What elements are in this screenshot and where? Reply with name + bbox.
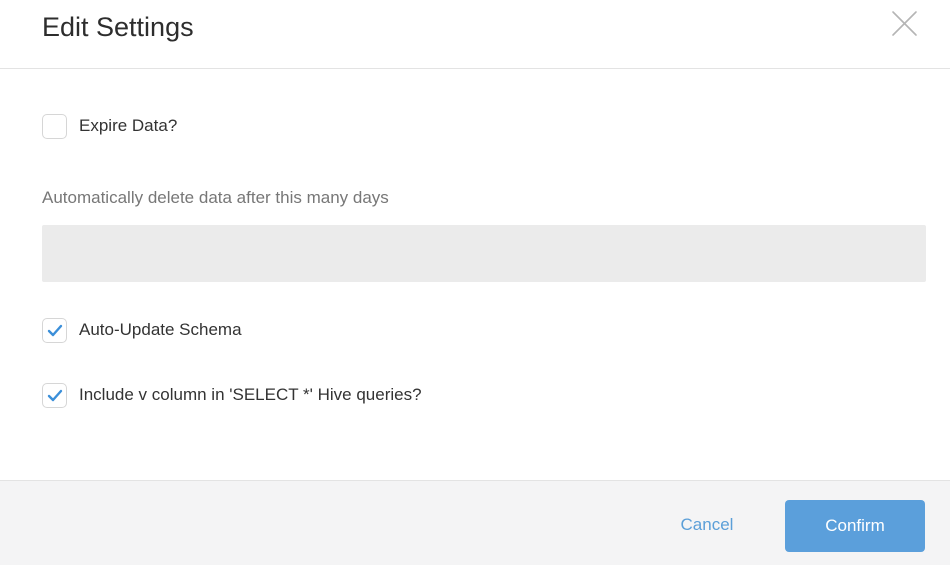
auto-update-schema-option[interactable]: Auto-Update Schema	[42, 317, 242, 343]
cancel-button[interactable]: Cancel	[665, 507, 749, 543]
days-field-label: Automatically delete data after this man…	[42, 188, 389, 207]
close-button[interactable]	[888, 8, 920, 40]
include-v-column-checkbox[interactable]	[42, 382, 67, 408]
auto-update-schema-label: Auto-Update Schema	[79, 320, 242, 339]
include-v-column-label: Include v column in 'SELECT *' Hive quer…	[79, 385, 422, 404]
dialog-footer: Cancel Confirm	[0, 480, 950, 565]
dialog-header: Edit Settings	[0, 0, 950, 69]
expire-data-checkbox[interactable]	[42, 113, 67, 139]
auto-update-schema-checkbox[interactable]	[42, 317, 67, 343]
checkmark-icon	[47, 324, 62, 336]
expire-data-option[interactable]: Expire Data?	[42, 113, 177, 139]
expire-data-label: Expire Data?	[79, 116, 178, 135]
dialog-title: Edit Settings	[42, 12, 194, 42]
days-input[interactable]	[42, 225, 926, 282]
confirm-button[interactable]: Confirm	[785, 500, 925, 552]
close-icon	[892, 11, 917, 36]
dialog-body: Expire Data? Automatically delete data a…	[0, 70, 950, 480]
edit-settings-dialog: Edit Settings Expire Data? Automatically…	[0, 0, 950, 565]
checkmark-icon	[47, 389, 62, 401]
include-v-column-option[interactable]: Include v column in 'SELECT *' Hive quer…	[42, 382, 422, 408]
